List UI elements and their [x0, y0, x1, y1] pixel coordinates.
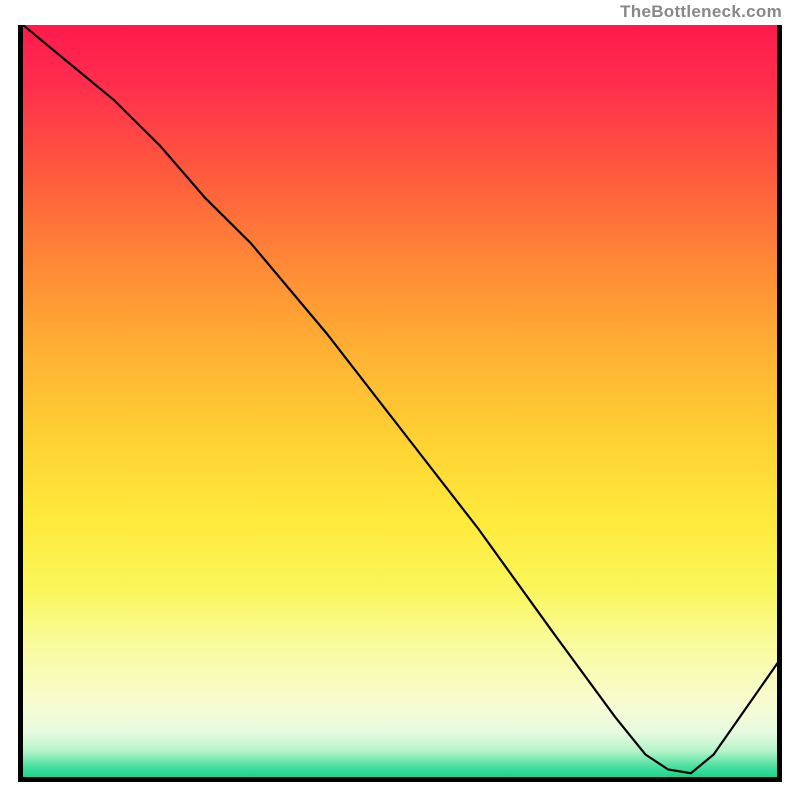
watermark-text: TheBottleneck.com	[620, 2, 782, 22]
right-border	[777, 25, 782, 782]
x-axis-border	[18, 777, 782, 782]
chart-svg	[23, 25, 782, 777]
line-curve	[23, 25, 782, 773]
chart-area	[18, 25, 782, 782]
